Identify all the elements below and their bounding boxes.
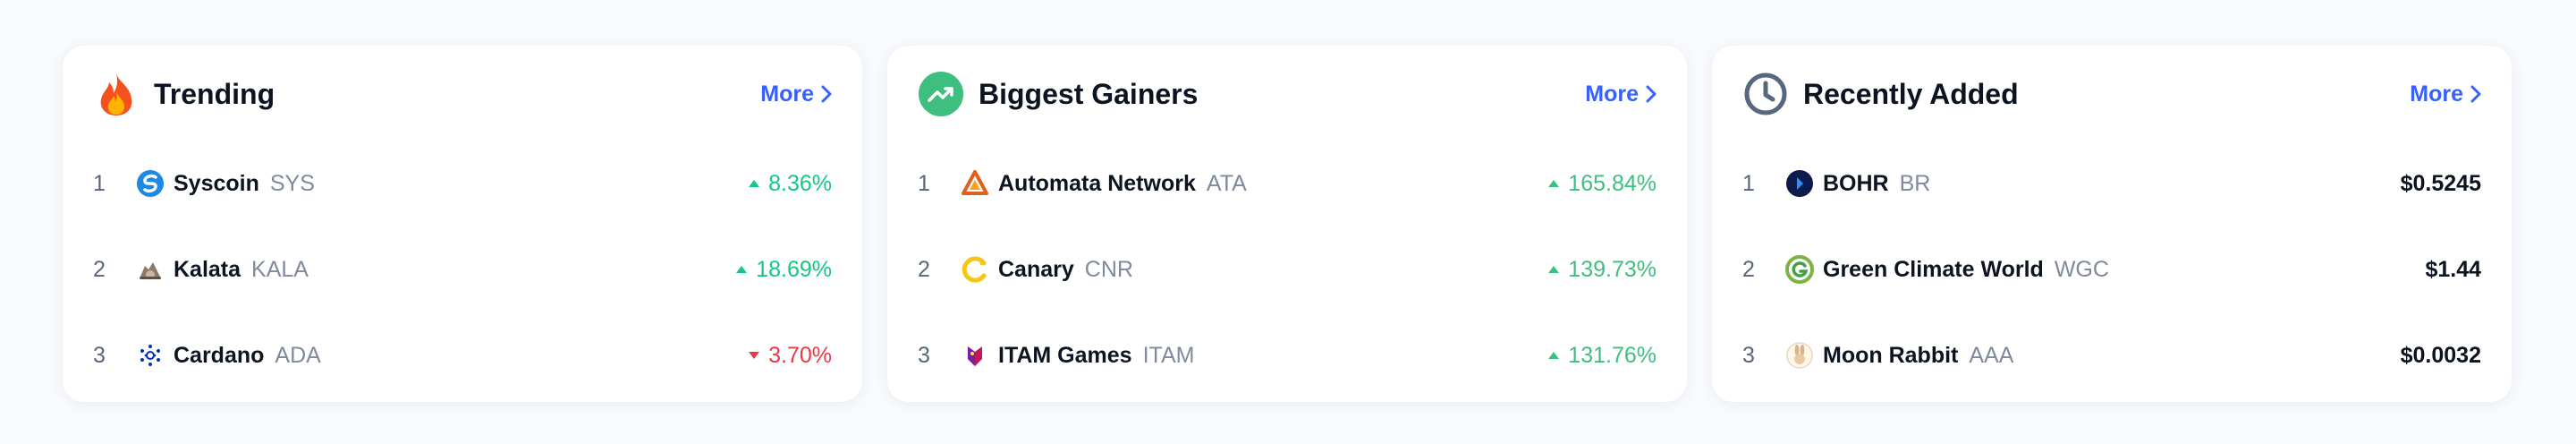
coin-symbol: ADA [275, 342, 321, 368]
canary-logo-icon [961, 255, 989, 284]
list-item[interactable]: 3 ITAM Games ITAM 131.76% [918, 312, 1657, 398]
cardano-logo-icon [136, 341, 165, 370]
rank: 1 [93, 170, 106, 196]
caret-up-icon [1548, 352, 1560, 359]
coin-name: Syscoin [174, 170, 259, 196]
percent-change: 131.76% [1548, 343, 1657, 369]
coin-symbol: ATA [1206, 170, 1247, 196]
coin-symbol: SYS [269, 170, 315, 196]
coin-name: Kalata [174, 256, 242, 282]
percent-value: 18.69% [756, 256, 832, 282]
percent-value: 165.84% [1568, 170, 1657, 196]
fire-icon [93, 71, 140, 117]
card-title: Trending [154, 77, 275, 110]
caret-up-icon [736, 266, 748, 273]
percent-change: 139.73% [1548, 257, 1657, 283]
caret-down-icon [749, 352, 760, 359]
more-link[interactable]: More [1585, 81, 1657, 107]
percent-value: 131.76% [1568, 342, 1657, 368]
syscoin-logo-icon [136, 169, 165, 198]
coin-name: Green Climate World [1823, 256, 2044, 282]
rank: 1 [918, 170, 930, 196]
caret-up-icon [749, 180, 760, 187]
green-climate-world-logo-icon [1785, 255, 1814, 284]
card-title: Recently Added [1803, 77, 2019, 110]
percent-change: 8.36% [749, 171, 832, 197]
highlight-cards: Trending More 1 Syscoin SYS 8.36% 2 Kala… [63, 46, 2512, 402]
list-item[interactable]: 3 Moon Rabbit AAA $0.0032 [1742, 312, 2481, 398]
moon-rabbit-logo-icon [1785, 341, 1814, 370]
more-label: More [2410, 81, 2463, 107]
coin-symbol: KALA [251, 256, 309, 282]
list-item[interactable]: 3 Cardano ADA 3.70% [93, 312, 832, 398]
rank: 2 [918, 256, 930, 282]
coin-symbol: AAA [1969, 342, 2014, 368]
rank: 3 [1742, 342, 1755, 368]
rank: 3 [93, 342, 106, 368]
coin-symbol: WGC [2054, 256, 2109, 282]
coin-list: 1 BOHR BR $0.5245 2 Green Climate World … [1742, 141, 2481, 398]
coin-symbol: ITAM [1142, 342, 1195, 368]
price: $0.5245 [2400, 170, 2481, 196]
caret-up-icon [1548, 180, 1560, 187]
biggest-gainers-card: Biggest Gainers More 1 Automata Network … [887, 46, 1687, 402]
chevron-right-icon [2470, 85, 2481, 103]
trending-card: Trending More 1 Syscoin SYS 8.36% 2 Kala… [63, 46, 862, 402]
coin-name: BOHR [1823, 170, 1889, 196]
list-item[interactable]: 2 Canary CNR 139.73% [918, 226, 1657, 312]
list-item[interactable]: 2 Green Climate World WGC $1.44 [1742, 226, 2481, 312]
price: $1.44 [2425, 256, 2481, 282]
percent-change: 165.84% [1548, 171, 1657, 197]
rank: 2 [93, 256, 106, 282]
coin-name: Automata Network [998, 170, 1196, 196]
kalata-logo-icon [136, 255, 165, 284]
list-item[interactable]: 1 Automata Network ATA 165.84% [918, 141, 1657, 226]
rank: 3 [918, 342, 930, 368]
bohr-logo-icon [1785, 169, 1814, 198]
percent-value: 139.73% [1568, 256, 1657, 282]
coin-symbol: BR [1899, 170, 1931, 196]
caret-up-icon [1548, 266, 1560, 273]
coin-name: Moon Rabbit [1823, 342, 1959, 368]
coin-name: Canary [998, 256, 1074, 282]
recently-added-card: Recently Added More 1 BOHR BR $0.5245 2 [1712, 46, 2512, 402]
percent-change: 18.69% [736, 257, 832, 283]
automata-logo-icon [961, 169, 989, 198]
list-item[interactable]: 1 Syscoin SYS 8.36% [93, 141, 832, 226]
card-header: Biggest Gainers More [918, 71, 1657, 117]
coin-name: ITAM Games [998, 342, 1132, 368]
card-title: Biggest Gainers [979, 77, 1199, 110]
rank: 1 [1742, 170, 1755, 196]
coin-symbol: CNR [1084, 256, 1133, 282]
card-header: Trending More [93, 71, 832, 117]
card-header: Recently Added More [1742, 71, 2481, 117]
trending-up-icon [918, 71, 964, 117]
more-link[interactable]: More [2410, 81, 2481, 107]
rank: 2 [1742, 256, 1755, 282]
more-label: More [1585, 81, 1639, 107]
coin-list: 1 Automata Network ATA 165.84% 2 Canary … [918, 141, 1657, 398]
more-label: More [760, 81, 814, 107]
coin-name: Cardano [174, 342, 265, 368]
list-item[interactable]: 2 Kalata KALA 18.69% [93, 226, 832, 312]
clock-icon [1742, 71, 1789, 117]
coin-list: 1 Syscoin SYS 8.36% 2 Kalata KALA 18.69%… [93, 141, 832, 398]
list-item[interactable]: 1 BOHR BR $0.5245 [1742, 141, 2481, 226]
percent-change: 3.70% [749, 343, 832, 369]
itam-logo-icon [961, 341, 989, 370]
percent-value: 8.36% [768, 170, 832, 196]
percent-value: 3.70% [768, 342, 832, 368]
chevron-right-icon [1646, 85, 1657, 103]
more-link[interactable]: More [760, 81, 832, 107]
price: $0.0032 [2400, 342, 2481, 368]
chevron-right-icon [821, 85, 832, 103]
